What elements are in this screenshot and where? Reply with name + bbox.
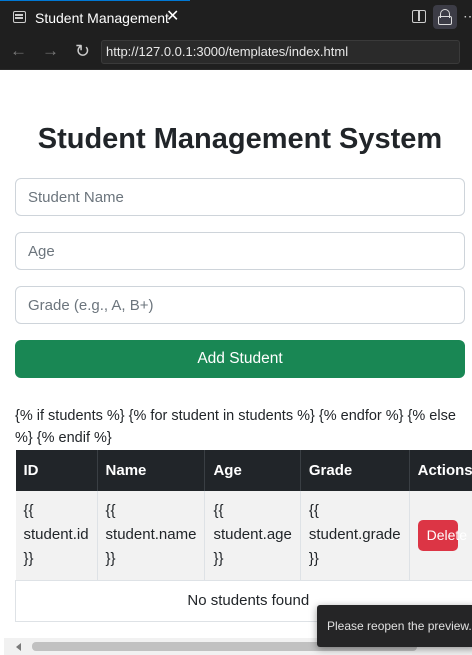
split-editor-icon[interactable] — [412, 10, 426, 23]
page-title: Student Management System — [37, 123, 443, 155]
student-name-input[interactable] — [15, 178, 465, 216]
back-icon[interactable]: ← — [10, 41, 27, 61]
notification-toast: Please reopen the preview. — [317, 605, 472, 647]
lock-icon[interactable] — [433, 5, 457, 29]
header-grade: Grade — [300, 450, 410, 491]
cell-actions: Delete — [409, 491, 472, 581]
age-input[interactable] — [15, 232, 465, 270]
template-text: {% if students %} {% for student in stud… — [15, 408, 456, 446]
table-row: {{ student.id }} {{ student.name }} {{ s… — [15, 491, 472, 581]
more-icon[interactable]: ⋯ — [463, 8, 472, 25]
cell-grade: {{ student.grade }} — [300, 491, 410, 581]
editor-tab-bar: Student Management ✕ ⋯ — [0, 0, 472, 34]
grade-input[interactable] — [15, 286, 465, 324]
cell-age: {{ student.age }} — [204, 491, 301, 581]
header-actions: Actions — [409, 450, 472, 491]
header-age: Age — [204, 450, 301, 491]
cell-name: {{ student.name }} — [97, 491, 206, 581]
tab-title: Student Management — [35, 10, 169, 26]
close-icon[interactable]: ✕ — [166, 8, 179, 26]
students-table: ID Name Age Grade Actions {{ student.id … — [15, 450, 472, 622]
reload-icon[interactable]: ↻ — [75, 41, 90, 61]
header-id: ID — [15, 450, 98, 491]
delete-button[interactable]: Delete — [417, 519, 467, 551]
preview-page: Student Management System Add Student {%… — [4, 71, 472, 655]
cell-id: {{ student.id }} — [15, 491, 98, 581]
url-field[interactable]: http://127.0.0.1:3000/templates/index.ht… — [101, 40, 460, 64]
table-header-row: ID Name Age Grade Actions — [15, 450, 472, 491]
add-student-button[interactable]: Add Student — [15, 340, 465, 378]
tab-student-management[interactable]: Student Management ✕ — [0, 0, 190, 34]
forward-icon[interactable]: → — [42, 41, 59, 61]
preview-icon — [13, 11, 26, 23]
header-name: Name — [97, 450, 206, 491]
browser-nav-bar: ← → ↻ http://127.0.0.1:3000/templates/in… — [0, 34, 472, 70]
scroll-left-icon[interactable] — [16, 643, 21, 651]
